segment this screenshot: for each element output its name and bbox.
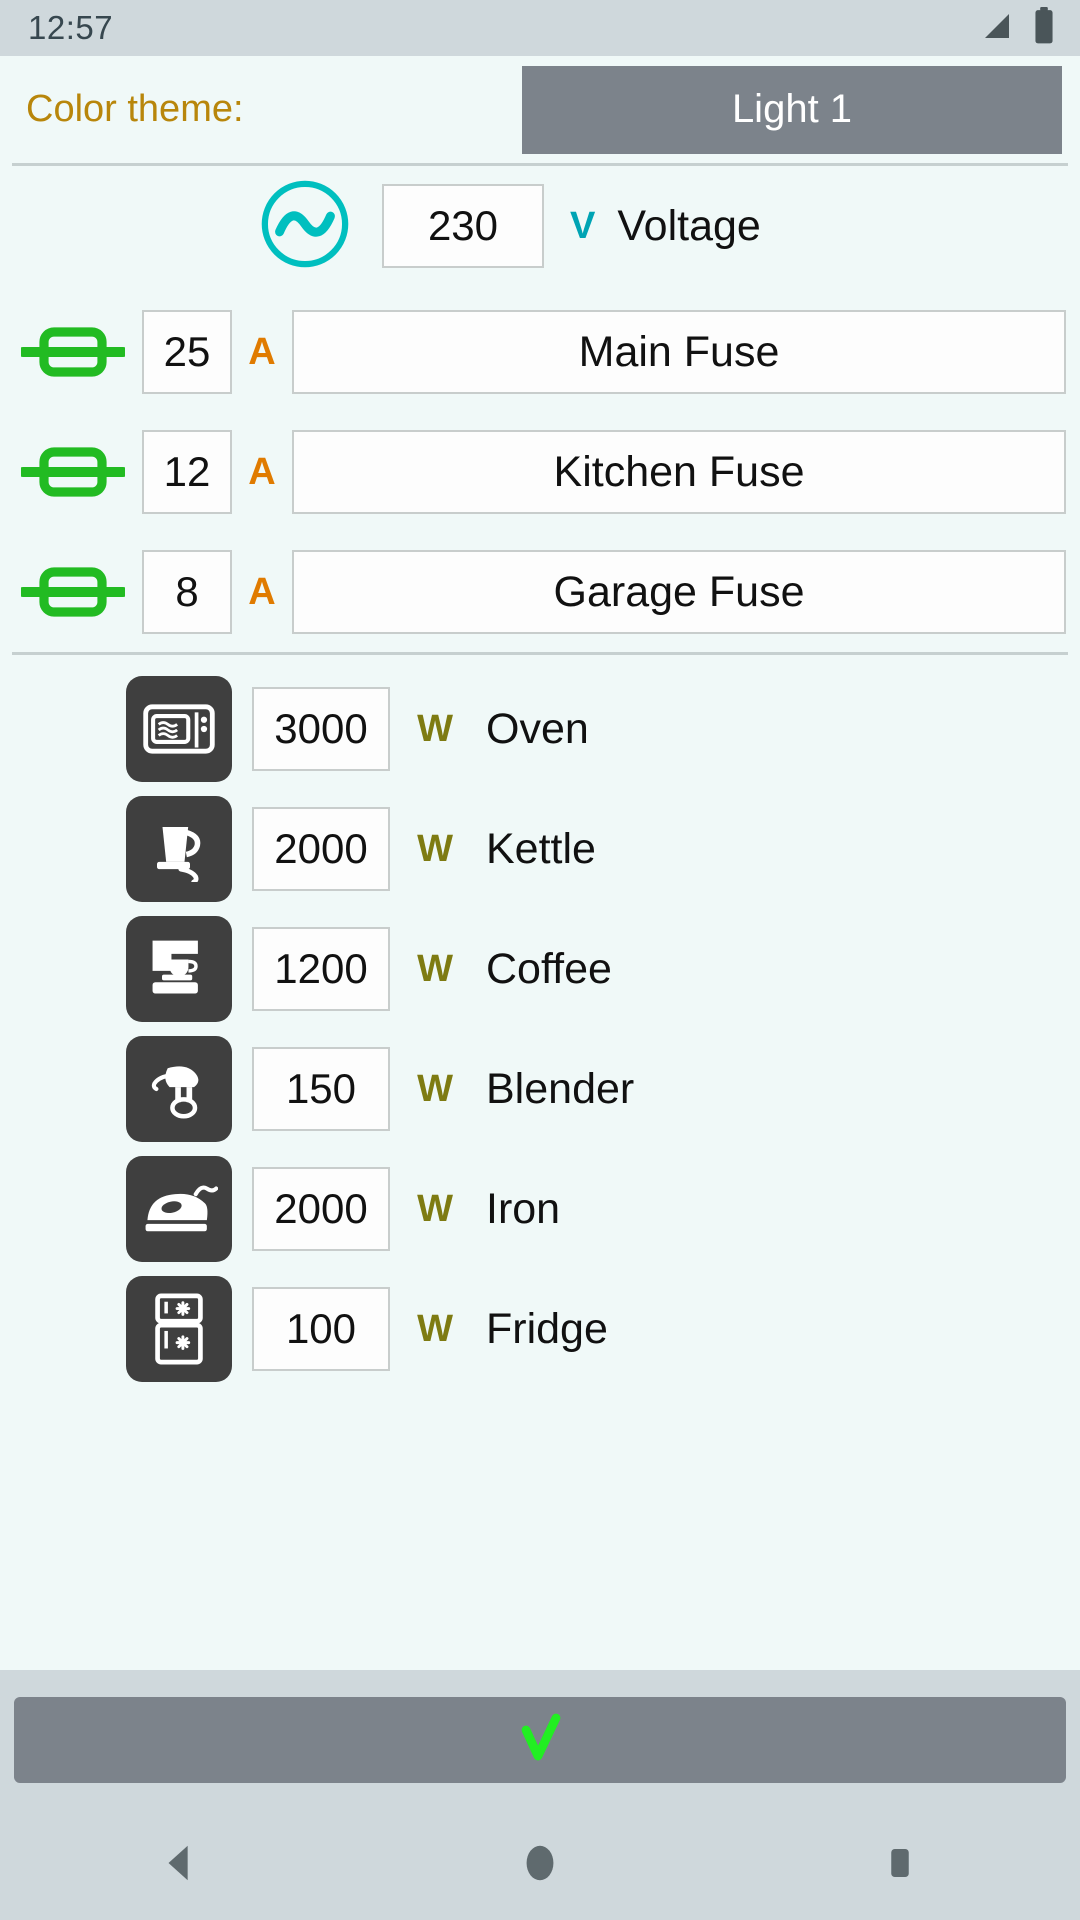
voltage-name: Voltage <box>617 201 761 250</box>
home-circle-icon <box>517 1840 563 1891</box>
appliance-row: 2000 W Iron <box>0 1149 1080 1269</box>
theme-select-button[interactable]: Light 1 <box>522 65 1062 154</box>
coffee-machine-icon <box>126 916 232 1022</box>
appliance-watt-value: 3000 <box>274 705 368 752</box>
blender-icon <box>126 1036 232 1142</box>
appliance-watt-input[interactable]: 150 <box>252 1047 390 1131</box>
fuse-row: 8 A Garage Fuse <box>0 532 1080 652</box>
theme-row: Color theme: Light 1 <box>0 56 1080 163</box>
fuse-name-value: Main Fuse <box>578 327 780 376</box>
ac-source-icon <box>258 177 352 276</box>
fuse-amps-input[interactable]: 12 <box>142 430 232 514</box>
appliance-watt-input[interactable]: 1200 <box>252 927 390 1011</box>
bottom-bar <box>0 1670 1080 1810</box>
fuse-amps-input[interactable]: 8 <box>142 550 232 634</box>
status-time: 12:57 <box>28 9 114 46</box>
recents-square-icon <box>879 1842 921 1889</box>
appliance-unit: W <box>417 1067 453 1110</box>
theme-select-value: Light 1 <box>731 87 853 131</box>
nav-recents-button[interactable] <box>840 1810 960 1920</box>
appliance-watt-input[interactable]: 2000 <box>252 1167 390 1251</box>
no-signal-icon <box>982 8 1018 49</box>
appliance-name: Coffee <box>486 944 612 993</box>
checkmark-icon <box>510 1708 570 1773</box>
confirm-button[interactable] <box>14 1697 1066 1783</box>
fuse-amps-value: 25 <box>163 328 211 375</box>
appliance-watt-value: 1200 <box>274 945 368 992</box>
nav-home-button[interactable] <box>480 1810 600 1920</box>
appliance-watt-input[interactable]: 3000 <box>252 687 390 771</box>
fuse-icon <box>14 322 132 382</box>
appliance-row: 100 W Fridge <box>0 1269 1080 1389</box>
appliance-unit: W <box>417 947 453 990</box>
appliance-unit: W <box>417 1307 453 1350</box>
voltage-unit: V <box>570 204 596 247</box>
status-bar: 12:57 <box>0 0 1080 56</box>
voltage-input[interactable]: 230 <box>382 184 544 268</box>
appliance-name: Fridge <box>486 1304 608 1353</box>
appliance-row: 150 W Blender <box>0 1029 1080 1149</box>
fuse-row: 25 A Main Fuse <box>0 292 1080 412</box>
status-icon-group <box>982 6 1056 50</box>
appliance-watt-value: 2000 <box>274 825 368 872</box>
iron-icon <box>126 1156 232 1262</box>
fuse-name-value: Kitchen Fuse <box>553 447 805 496</box>
appliance-name: Blender <box>486 1064 635 1113</box>
fuse-unit: A <box>248 570 276 613</box>
battery-full-icon <box>1032 6 1056 50</box>
appliance-watt-value: 150 <box>285 1065 357 1112</box>
fuse-name-input[interactable]: Garage Fuse <box>292 550 1066 634</box>
appliance-unit: W <box>417 1187 453 1230</box>
kettle-icon <box>126 796 232 902</box>
appliance-watt-input[interactable]: 2000 <box>252 807 390 891</box>
appliance-list: 3000 W Oven 2000 W Kettle 1200 W Coffee … <box>0 655 1080 1670</box>
appliance-name: Oven <box>486 704 589 753</box>
fuse-icon <box>14 442 132 502</box>
appliance-watt-value: 100 <box>285 1305 357 1352</box>
fuse-unit: A <box>248 330 276 373</box>
nav-back-button[interactable] <box>120 1810 240 1920</box>
appliance-row: 2000 W Kettle <box>0 789 1080 909</box>
voltage-row: 230 V Voltage <box>0 166 1080 286</box>
oven-icon <box>126 676 232 782</box>
appliance-row: 1200 W Coffee <box>0 909 1080 1029</box>
appliance-unit: W <box>417 707 453 750</box>
android-nav-bar <box>0 1810 1080 1920</box>
fuse-name-value: Garage Fuse <box>553 567 805 616</box>
appliance-row: 3000 W Oven <box>0 669 1080 789</box>
fuse-list: 25 A Main Fuse 12 A Kitchen Fuse 8 A Gar… <box>0 286 1080 652</box>
app-screen: 12:57 Color theme: Light 1 230 V Voltage… <box>0 0 1080 1920</box>
fuse-amps-value: 12 <box>163 448 211 495</box>
back-triangle-icon <box>157 1840 203 1891</box>
fridge-icon <box>126 1276 232 1382</box>
fuse-amps-input[interactable]: 25 <box>142 310 232 394</box>
fuse-name-input[interactable]: Kitchen Fuse <box>292 430 1066 514</box>
appliance-unit: W <box>417 827 453 870</box>
fuse-unit: A <box>248 450 276 493</box>
appliance-watt-value: 2000 <box>274 1185 368 1232</box>
fuse-amps-value: 8 <box>175 568 199 615</box>
color-theme-label: Color theme: <box>26 88 244 130</box>
appliance-name: Kettle <box>486 824 596 873</box>
appliance-watt-input[interactable]: 100 <box>252 1287 390 1371</box>
fuse-name-input[interactable]: Main Fuse <box>292 310 1066 394</box>
voltage-value: 230 <box>427 202 499 249</box>
appliance-name: Iron <box>486 1184 561 1233</box>
fuse-row: 12 A Kitchen Fuse <box>0 412 1080 532</box>
fuse-icon <box>14 562 132 622</box>
